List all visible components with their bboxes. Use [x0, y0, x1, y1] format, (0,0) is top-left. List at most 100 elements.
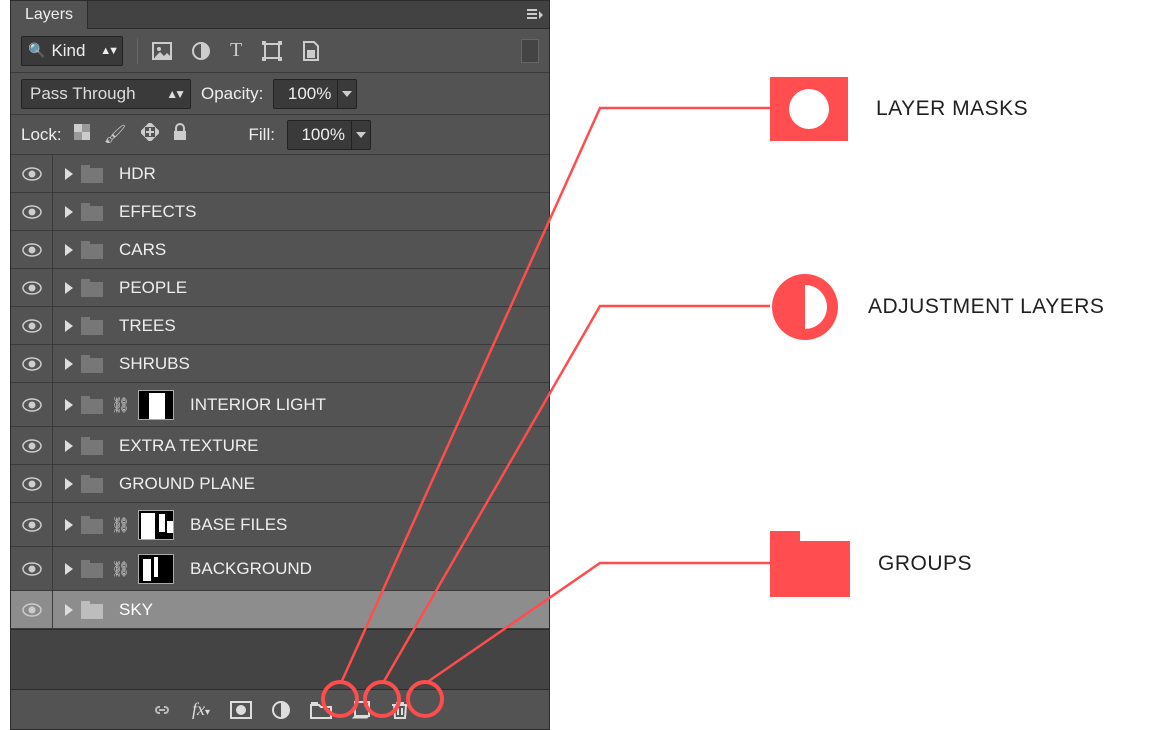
layer-row[interactable]: PEOPLE: [11, 269, 549, 307]
filter-image-icon[interactable]: [152, 42, 172, 60]
eye-icon: [22, 518, 42, 532]
visibility-toggle[interactable]: [11, 193, 53, 230]
disclosure-triangle-icon[interactable]: [65, 282, 73, 294]
visibility-toggle[interactable]: [11, 547, 53, 590]
disclosure-triangle-icon[interactable]: [65, 358, 73, 370]
layer-body: ⛓BASE FILES: [53, 503, 549, 546]
filter-toggle-switch[interactable]: [521, 39, 539, 63]
layer-row[interactable]: ⛓INTERIOR LIGHT: [11, 383, 549, 427]
eye-icon: [22, 603, 42, 617]
panel-menu-button[interactable]: [521, 9, 549, 21]
adjustment-swatch-icon: [770, 272, 840, 342]
opacity-input[interactable]: [273, 79, 337, 109]
disclosure-triangle-icon[interactable]: [65, 244, 73, 256]
layer-row[interactable]: EXTRA TEXTURE: [11, 427, 549, 465]
fill-dropdown-button[interactable]: [351, 120, 371, 150]
layer-name[interactable]: EFFECTS: [119, 202, 196, 222]
filter-shape-icon[interactable]: [262, 41, 282, 61]
folder-icon: [81, 437, 103, 455]
layer-style-button[interactable]: fx▾: [192, 699, 210, 720]
lock-all-icon[interactable]: [173, 123, 187, 146]
layers-tab[interactable]: Layers: [11, 1, 88, 29]
visibility-toggle[interactable]: [11, 591, 53, 628]
layer-name[interactable]: GROUND PLANE: [119, 474, 255, 494]
visibility-toggle[interactable]: [11, 155, 53, 192]
eye-icon: [22, 319, 42, 333]
disclosure-triangle-icon[interactable]: [65, 519, 73, 531]
add-group-button[interactable]: [310, 701, 332, 719]
disclosure-triangle-icon[interactable]: [65, 168, 73, 180]
layer-name[interactable]: HDR: [119, 164, 156, 184]
disclosure-triangle-icon[interactable]: [65, 399, 73, 411]
filter-row: 🔍 Kind ▲▼ T: [11, 29, 549, 73]
layer-body: EFFECTS: [53, 193, 549, 230]
link-layers-button[interactable]: [152, 703, 172, 717]
layer-mask-swatch-icon: [770, 77, 848, 141]
filter-smartobject-icon[interactable]: [302, 41, 320, 61]
layer-row[interactable]: GROUND PLANE: [11, 465, 549, 503]
layer-row[interactable]: ⛓BASE FILES: [11, 503, 549, 547]
add-adjustment-button[interactable]: [272, 701, 290, 719]
visibility-toggle[interactable]: [11, 465, 53, 502]
layer-row[interactable]: HDR: [11, 155, 549, 193]
blend-mode-select[interactable]: Pass Through ▲▼: [21, 79, 191, 109]
layer-row[interactable]: TREES: [11, 307, 549, 345]
layer-body: TREES: [53, 307, 549, 344]
layer-mask-thumbnail[interactable]: [138, 554, 174, 584]
layer-name[interactable]: SHRUBS: [119, 354, 190, 374]
disclosure-triangle-icon[interactable]: [65, 478, 73, 490]
add-mask-button[interactable]: [230, 701, 252, 719]
lock-label: Lock:: [21, 125, 62, 145]
visibility-toggle[interactable]: [11, 345, 53, 382]
layer-row[interactable]: EFFECTS: [11, 193, 549, 231]
layer-mask-thumbnail[interactable]: [138, 510, 174, 540]
visibility-toggle[interactable]: [11, 231, 53, 268]
eye-icon: [22, 439, 42, 453]
visibility-toggle[interactable]: [11, 269, 53, 306]
layer-name[interactable]: INTERIOR LIGHT: [190, 395, 326, 415]
layer-row[interactable]: ⛓ BACKGROUND: [11, 547, 549, 591]
disclosure-triangle-icon[interactable]: [65, 440, 73, 452]
fill-input[interactable]: [287, 120, 351, 150]
layer-body: GROUND PLANE: [53, 465, 549, 502]
layer-body: SKY: [53, 591, 549, 628]
layer-name[interactable]: PEOPLE: [119, 278, 187, 298]
layer-body: SHRUBS: [53, 345, 549, 382]
layer-name[interactable]: CARS: [119, 240, 166, 260]
layer-name[interactable]: EXTRA TEXTURE: [119, 436, 259, 456]
lock-move-icon[interactable]: [141, 123, 159, 146]
layer-mask-thumbnail[interactable]: [138, 390, 174, 420]
delete-layer-button[interactable]: [392, 701, 408, 719]
disclosure-triangle-icon[interactable]: [65, 320, 73, 332]
visibility-toggle[interactable]: [11, 307, 53, 344]
layer-name[interactable]: BASE FILES: [190, 515, 287, 535]
filter-kind-select[interactable]: 🔍 Kind ▲▼: [21, 36, 123, 66]
folder-icon: [81, 560, 103, 578]
visibility-toggle[interactable]: [11, 383, 53, 426]
filter-adjustment-icon[interactable]: [192, 42, 210, 60]
layer-body: CARS: [53, 231, 549, 268]
visibility-toggle[interactable]: [11, 503, 53, 546]
disclosure-triangle-icon[interactable]: [65, 604, 73, 616]
lock-transparency-icon[interactable]: [74, 124, 90, 145]
visibility-toggle[interactable]: [11, 427, 53, 464]
layer-row[interactable]: SHRUBS: [11, 345, 549, 383]
filter-text-icon[interactable]: T: [230, 39, 242, 62]
annotation-label: LAYER MASKS: [876, 97, 1028, 121]
layer-row[interactable]: SKY: [11, 591, 549, 629]
lock-row: Lock: 🖌 Fill:: [11, 115, 549, 155]
folder-icon: [81, 317, 103, 335]
lock-brush-icon[interactable]: 🖌: [104, 124, 127, 145]
link-icon: ⛓: [111, 560, 130, 578]
layer-name[interactable]: TREES: [119, 316, 176, 336]
folder-icon: [81, 516, 103, 534]
new-layer-button[interactable]: [352, 701, 372, 719]
layer-body: EXTRA TEXTURE: [53, 427, 549, 464]
disclosure-triangle-icon[interactable]: [65, 206, 73, 218]
layer-name[interactable]: BACKGROUND: [190, 559, 312, 579]
disclosure-triangle-icon[interactable]: [65, 563, 73, 575]
layer-name[interactable]: SKY: [119, 600, 153, 620]
layer-row[interactable]: CARS: [11, 231, 549, 269]
eye-icon: [22, 205, 42, 219]
opacity-dropdown-button[interactable]: [337, 79, 357, 109]
